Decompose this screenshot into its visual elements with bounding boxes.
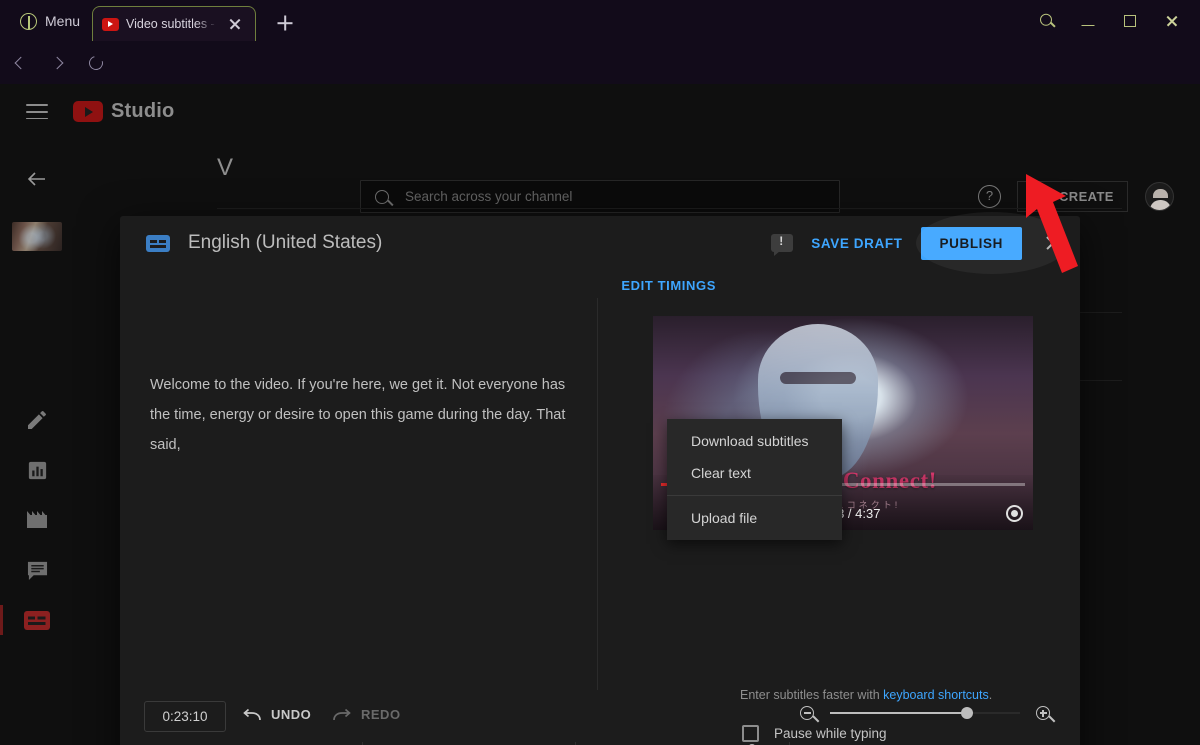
modal-header: English (United States) SAVE DRAFT PUBLI…: [120, 216, 1080, 270]
edit-timings-button[interactable]: EDIT TIMINGS: [621, 278, 716, 293]
opera-menu-icon: [20, 12, 37, 30]
redo-icon: [332, 708, 352, 722]
timeline-toolbar: 0:23:10 UNDO REDO: [120, 690, 1080, 745]
menu-item-download-subtitles[interactable]: Download subtitles: [667, 425, 842, 457]
studio-sidebar: [0, 140, 74, 745]
zoom-in-icon[interactable]: [1036, 706, 1050, 720]
url-bar: studio.youtube.com/video/ImgF6pbt83A/tra…: [0, 41, 1200, 108]
menu-divider: [667, 495, 842, 496]
undo-button[interactable]: UNDO: [242, 707, 311, 722]
youtube-favicon: [102, 17, 119, 31]
timecode-field[interactable]: 0:23:10: [144, 701, 226, 732]
studio-wordmark: Studio: [111, 100, 175, 122]
video-thumbnail[interactable]: [12, 222, 62, 251]
browser-menu-label: Menu: [45, 13, 81, 29]
window-controls: [1026, 5, 1192, 36]
studio-logo[interactable]: Studio: [73, 100, 174, 123]
sidebar-item-analytics[interactable]: [0, 445, 74, 495]
menu-item-clear-text[interactable]: Clear text: [667, 457, 842, 489]
hamburger-menu-icon[interactable]: [26, 104, 48, 120]
modal-body: EDIT TIMINGS Welcome to the video. If yo…: [120, 270, 1080, 742]
browser-chrome: Menu Video subtitles - YouTube S: [0, 0, 1200, 108]
tab-strip: Menu Video subtitles - YouTube S: [0, 0, 1200, 41]
page-title: V: [217, 154, 234, 181]
tab-close-icon[interactable]: [224, 13, 246, 35]
new-tab-icon[interactable]: [274, 12, 296, 34]
subtitle-editor-modal: English (United States) SAVE DRAFT PUBLI…: [120, 216, 1080, 745]
undo-icon: [242, 708, 262, 722]
maximize-icon[interactable]: [1110, 5, 1150, 36]
studio-header: Studio ? CREATE: [0, 84, 1200, 212]
forward-arrow-icon[interactable]: [46, 51, 70, 75]
zoom-slider[interactable]: [830, 706, 1020, 720]
zoom-out-icon[interactable]: [800, 706, 814, 720]
sidebar-item-comments[interactable]: [0, 545, 74, 595]
window-search-icon[interactable]: [1026, 5, 1066, 36]
settings-gear-icon[interactable]: [1006, 505, 1023, 522]
closed-caption-icon: [146, 234, 170, 252]
browser-menu-button[interactable]: Menu: [10, 7, 90, 35]
reload-icon[interactable]: [84, 51, 108, 75]
divider: [597, 298, 598, 690]
red-arrow-annotation: [1020, 170, 1140, 280]
subtitle-options-menu: Download subtitles Clear text Upload fil…: [667, 419, 842, 540]
redo-button[interactable]: REDO: [332, 707, 401, 722]
subtitle-textarea[interactable]: Welcome to the video. If you're here, we…: [150, 370, 570, 460]
sidebar-item-back[interactable]: [0, 154, 74, 204]
youtube-play-icon: [73, 101, 103, 122]
window-close-icon[interactable]: [1152, 5, 1192, 36]
sidebar-item-editor[interactable]: [0, 495, 74, 545]
menu-item-upload-file[interactable]: Upload file: [667, 502, 842, 534]
feedback-icon[interactable]: [771, 234, 794, 256]
zoom-controls: [800, 706, 1050, 720]
undo-label: UNDO: [271, 707, 312, 722]
redo-label: REDO: [361, 707, 401, 722]
sidebar-item-details[interactable]: [0, 395, 74, 445]
minimize-icon[interactable]: [1068, 5, 1108, 36]
browser-tab[interactable]: Video subtitles - YouTube S: [92, 6, 256, 41]
modal-title: English (United States): [188, 232, 383, 253]
save-draft-button[interactable]: SAVE DRAFT: [811, 236, 902, 251]
sidebar-item-subtitles[interactable]: [0, 595, 74, 645]
publish-button[interactable]: PUBLISH: [920, 226, 1022, 260]
tab-title: Video subtitles - YouTube S: [126, 17, 217, 31]
back-arrow-icon[interactable]: [8, 51, 32, 75]
divider: [217, 208, 1122, 209]
